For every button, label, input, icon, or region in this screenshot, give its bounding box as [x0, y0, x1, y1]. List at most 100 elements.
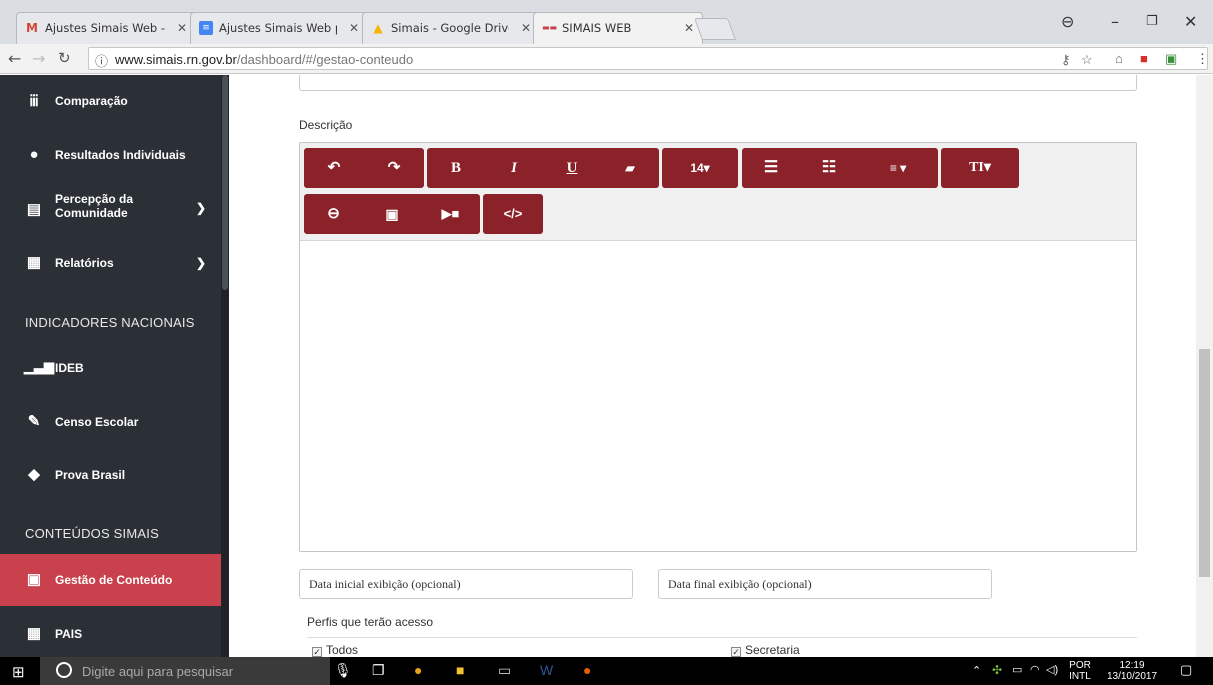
clear-format-button[interactable]: ▰	[601, 148, 659, 188]
windows-taskbar: ⊞ Digite aqui para pesquisar 🎙 ❐ ● ■ ▭ W…	[0, 657, 1213, 685]
extension-icon[interactable]: ⌂	[1115, 51, 1123, 66]
page-scrollbar-thumb[interactable]	[1199, 349, 1210, 577]
unordered-list-button[interactable]: ☰	[742, 148, 800, 188]
info-icon[interactable]: ⓘ	[95, 51, 108, 70]
previous-field[interactable]	[299, 75, 1137, 91]
tab-title: Ajustes Simais Web pend	[219, 21, 337, 35]
menu-kebab-icon[interactable]: ⋮	[1196, 51, 1209, 67]
close-icon[interactable]: ✕	[521, 13, 531, 43]
volume-icon[interactable]: ◁)	[1046, 663, 1058, 676]
sidebar-item-censo-escolar[interactable]: ✎ Censo Escolar	[0, 412, 221, 432]
clock[interactable]: 12:19 13/10/2017	[1102, 660, 1162, 682]
sidebar-item-percepcao-comunidade[interactable]: ▤ Percepção da Comunidade ❯	[0, 192, 221, 226]
bold-button[interactable]: B	[427, 148, 485, 188]
address-bar[interactable]: ⓘ www.simais.rn.gov.br/dashboard/#/gesta…	[88, 47, 1208, 70]
unordered-list-icon: ☰	[763, 159, 779, 176]
back-icon[interactable]: ←	[8, 49, 21, 68]
sidebar-item-label: IDEB	[55, 361, 84, 375]
ordered-list-button[interactable]: ☷	[800, 148, 858, 188]
document-icon: ▤	[26, 201, 42, 218]
windows-start-icon[interactable]: ⊞	[12, 663, 25, 681]
sidebar-item-relatorios[interactable]: ▦ Relatórios ❯	[0, 253, 221, 273]
wifi-icon[interactable]: ◠	[1030, 663, 1040, 676]
sidebar-item-label: Comparação	[55, 94, 128, 108]
link-button[interactable]: ⊖	[304, 194, 363, 234]
perfil-label: Todos	[326, 643, 359, 657]
file-explorer-icon[interactable]: ■	[456, 662, 464, 678]
tab-drive[interactable]: ▲ Simais - Google Drive ✕	[362, 12, 540, 44]
tab-title: Ajustes Simais Web - rsil	[45, 21, 165, 35]
tray-chevron-icon[interactable]: ⌃	[972, 664, 981, 677]
chrome-icon[interactable]: ●	[414, 662, 422, 678]
sidebar-item-ideb[interactable]: ▁▃▆ IDEB	[0, 359, 221, 379]
sidebar-item-comparacao[interactable]: ⅲ Comparação	[0, 92, 221, 112]
key-icon[interactable]: ⚷	[1061, 52, 1071, 68]
checkbox-secretaria[interactable]: ✓	[731, 647, 741, 657]
close-icon[interactable]: ✕	[684, 13, 694, 43]
data-inicial-input[interactable]: Data inicial exibição (opcional)	[299, 569, 633, 599]
font-size-dropdown[interactable]: 14▾	[662, 148, 738, 188]
video-icon: ▶■	[441, 206, 460, 221]
new-tab-button[interactable]	[693, 18, 737, 40]
video-button[interactable]: ▶■	[421, 194, 480, 234]
taskbar-search[interactable]: Digite aqui para pesquisar	[40, 657, 330, 685]
firefox-icon[interactable]: ●	[583, 662, 591, 678]
font-size-group: 14▾	[662, 148, 738, 188]
tab-simais[interactable]: ▬▬ SIMAIS WEB ✕	[533, 12, 703, 44]
perfil-todos[interactable]: ✓ Todos	[312, 643, 358, 657]
tray-app-icon[interactable]: ✣	[992, 663, 1002, 677]
image-button[interactable]: ▣	[363, 194, 421, 234]
sidebar-item-label: PAIS	[55, 627, 83, 641]
notifications-icon[interactable]: ▢	[1180, 662, 1192, 678]
browser-toolbar: ← → ↻ ⓘ www.simais.rn.gov.br/dashboard/#…	[0, 44, 1213, 74]
word-icon[interactable]: W	[540, 662, 553, 678]
undo-button[interactable]: ↶	[304, 148, 364, 188]
simais-icon: ▬▬	[542, 23, 558, 32]
italic-icon: I	[511, 160, 517, 176]
map-icon: ◆	[28, 466, 40, 483]
close-icon[interactable]: ✕	[177, 13, 187, 43]
newspaper-icon: ▣	[26, 571, 42, 588]
format-button-group: B I U ▰	[427, 148, 659, 188]
main-content: Descrição ↶ ↷ B I U ▰ 14▾ ☰ ☷ ≡ ▾ TI▾ ⊖ …	[229, 75, 1213, 657]
perfil-secretaria[interactable]: ✓ Secretaria	[731, 643, 800, 657]
sidebar-item-gestao-conteudo[interactable]: ▣ Gestão de Conteúdo	[0, 570, 221, 590]
code-view-button[interactable]: </>	[483, 194, 543, 234]
height-group: TI▾	[941, 148, 1019, 188]
tab-title: Simais - Google Drive	[391, 21, 509, 35]
line-height-dropdown[interactable]: TI▾	[941, 148, 1019, 188]
bookmark-star-icon[interactable]: ☆	[1081, 52, 1093, 68]
align-dropdown[interactable]: ≡ ▾	[858, 148, 938, 188]
profile-icon[interactable]: ⊖	[1061, 12, 1074, 31]
input-language[interactable]: POR INTL	[1066, 660, 1094, 682]
restore-icon[interactable]: ❐	[1146, 14, 1158, 29]
extension-red-icon[interactable]: ■	[1140, 51, 1148, 66]
redo-button[interactable]: ↷	[364, 148, 424, 188]
close-icon[interactable]: ✕	[349, 13, 359, 43]
microphone-icon[interactable]: 🎙	[334, 662, 352, 679]
checkbox-todos[interactable]: ✓	[312, 647, 322, 657]
battery-icon[interactable]: ▭	[1012, 663, 1022, 676]
sidebar-item-label-line2: Comunidade	[55, 206, 128, 220]
sidebar-item-resultados-individuais[interactable]: ● Resultados Individuais	[0, 146, 221, 166]
tab-docs[interactable]: ≡ Ajustes Simais Web pend ✕	[190, 12, 368, 44]
editor-content-area[interactable]	[300, 241, 1136, 551]
undo-icon: ↶	[327, 160, 341, 176]
sidebar-scrollbar-thumb[interactable]	[222, 75, 228, 290]
data-final-input[interactable]: Data final exibição (opcional)	[658, 569, 992, 599]
terminal-icon[interactable]: ▭	[498, 662, 511, 679]
align-left-icon: ≡ ▾	[889, 161, 907, 175]
pencil-icon: ✎	[27, 413, 41, 430]
minimize-icon[interactable]: –	[1111, 12, 1119, 31]
image-icon: ▣	[385, 206, 399, 222]
sidebar-item-prova-brasil[interactable]: ◆ Prova Brasil	[0, 465, 221, 485]
forward-icon[interactable]: →	[32, 49, 45, 68]
italic-button[interactable]: I	[485, 148, 543, 188]
task-view-icon[interactable]: ❐	[372, 662, 385, 679]
window-close-icon[interactable]: ✕	[1184, 12, 1197, 31]
reload-icon[interactable]: ↻	[58, 49, 71, 67]
underline-button[interactable]: U	[543, 148, 601, 188]
tab-gmail[interactable]: M Ajustes Simais Web - rsil ✕	[16, 12, 196, 44]
extension-green-icon[interactable]: ▣	[1165, 51, 1177, 67]
sidebar-item-pais[interactable]: ▦ PAIS	[0, 624, 221, 644]
